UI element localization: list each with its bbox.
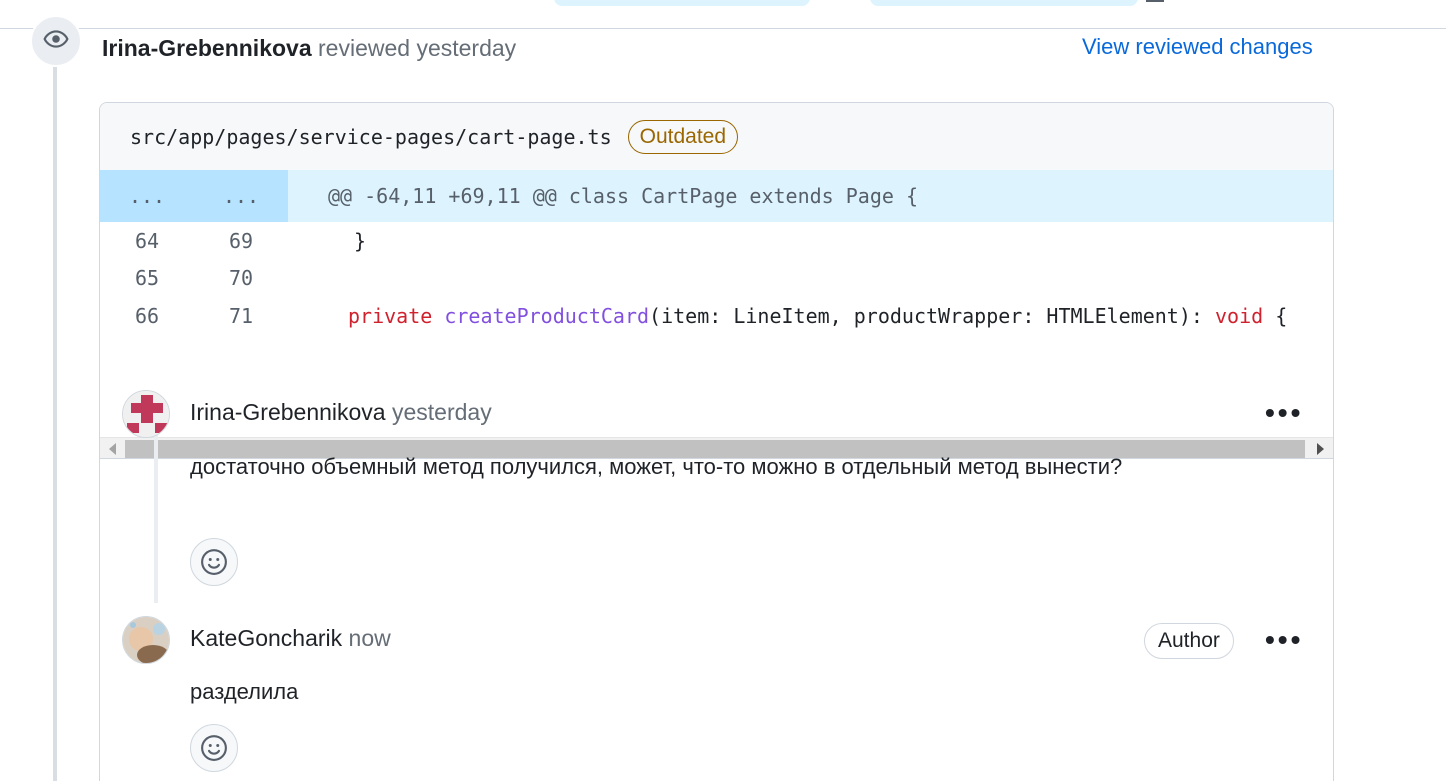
comment-thread-line <box>154 423 158 603</box>
comment-author-link[interactable]: Irina-Grebennikova <box>190 399 386 425</box>
comment-timestamp[interactable]: yesterday <box>392 399 492 425</box>
user-photo-icon <box>123 617 169 663</box>
review-author-link[interactable]: Irina-Grebennikova <box>102 35 312 61</box>
top-pill-left <box>554 0 810 6</box>
line-number-old: 65 <box>134 266 160 291</box>
review-action: reviewed yesterday <box>318 35 517 61</box>
smiley-icon <box>201 549 227 575</box>
code-line: 64 69 } <box>100 222 1333 260</box>
code-params: (item: LineItem, productWrapper: HTMLEle… <box>649 303 1215 328</box>
code-brace: { <box>1263 303 1288 328</box>
hunk-header-text: @@ -64,11 +69,11 @@ class CartPage exten… <box>328 184 919 208</box>
kebab-horizontal-icon: ••• <box>1265 397 1304 428</box>
comment-header: KateGoncharik now <box>190 624 391 652</box>
author-badge: Author <box>1144 623 1234 659</box>
comment-header: Irina-Grebennikova yesterday <box>190 398 492 426</box>
code-text: } <box>354 228 367 253</box>
comment-menu-button[interactable]: ••• <box>1265 626 1303 654</box>
file-path-link[interactable]: src/app/pages/service-pages/cart-page.ts <box>130 125 612 149</box>
identicon-icon <box>123 391 169 437</box>
hunk-expand-new[interactable]: ... <box>194 170 288 222</box>
view-reviewed-changes-link[interactable]: View reviewed changes <box>1082 33 1313 61</box>
kebab-horizontal-icon: ••• <box>1265 624 1304 655</box>
hunk-expand-old[interactable]: ... <box>100 170 194 222</box>
top-mark <box>1146 0 1164 2</box>
top-pill-right <box>870 0 1138 6</box>
top-divider <box>0 28 1446 29</box>
hunk-header-row: ... ... @@ -64,11 +69,11 @@ class CartPa… <box>100 170 1333 222</box>
comment-body: достаточно объемный метод получился, мож… <box>190 454 1123 479</box>
file-header: src/app/pages/service-pages/cart-page.ts… <box>100 103 1333 170</box>
avatar[interactable] <box>122 616 170 664</box>
code-line: 66 71 private createProductCard(item: Li… <box>100 297 1333 335</box>
line-number-old: 66 <box>134 303 160 328</box>
scroll-right-arrow-icon[interactable] <box>1317 443 1324 455</box>
code-function-name: createProductCard <box>444 303 650 328</box>
code-line: 65 70 <box>100 260 1333 298</box>
avatar[interactable] <box>122 390 170 438</box>
line-number-new: 69 <box>228 228 254 253</box>
eye-icon <box>43 26 69 57</box>
review-badge <box>30 15 82 67</box>
code-keyword: private <box>348 303 433 328</box>
review-header: Irina-Grebennikova reviewed yesterday <box>102 34 516 62</box>
line-number-old: 64 <box>134 228 160 253</box>
scroll-left-arrow-icon[interactable] <box>109 443 116 455</box>
line-number-new: 70 <box>228 266 254 291</box>
comment-body: разделила <box>190 679 299 704</box>
add-reaction-button[interactable] <box>190 724 238 772</box>
comment-timestamp[interactable]: now <box>349 625 391 651</box>
add-reaction-button[interactable] <box>190 538 238 586</box>
comment-menu-button[interactable]: ••• <box>1265 399 1303 427</box>
smiley-icon <box>201 735 227 761</box>
timeline-line <box>53 60 57 781</box>
comment-author-link[interactable]: KateGoncharik <box>190 625 342 651</box>
line-number-new: 71 <box>228 303 254 328</box>
code-return-type: void <box>1214 303 1264 328</box>
code-text: private createProductCard(item: LineItem… <box>288 304 1287 328</box>
outdated-badge: Outdated <box>627 119 739 154</box>
review-thread-card: src/app/pages/service-pages/cart-page.ts… <box>99 102 1334 781</box>
diff-snippet: ... ... @@ -64,11 +69,11 @@ class CartPa… <box>100 170 1333 335</box>
